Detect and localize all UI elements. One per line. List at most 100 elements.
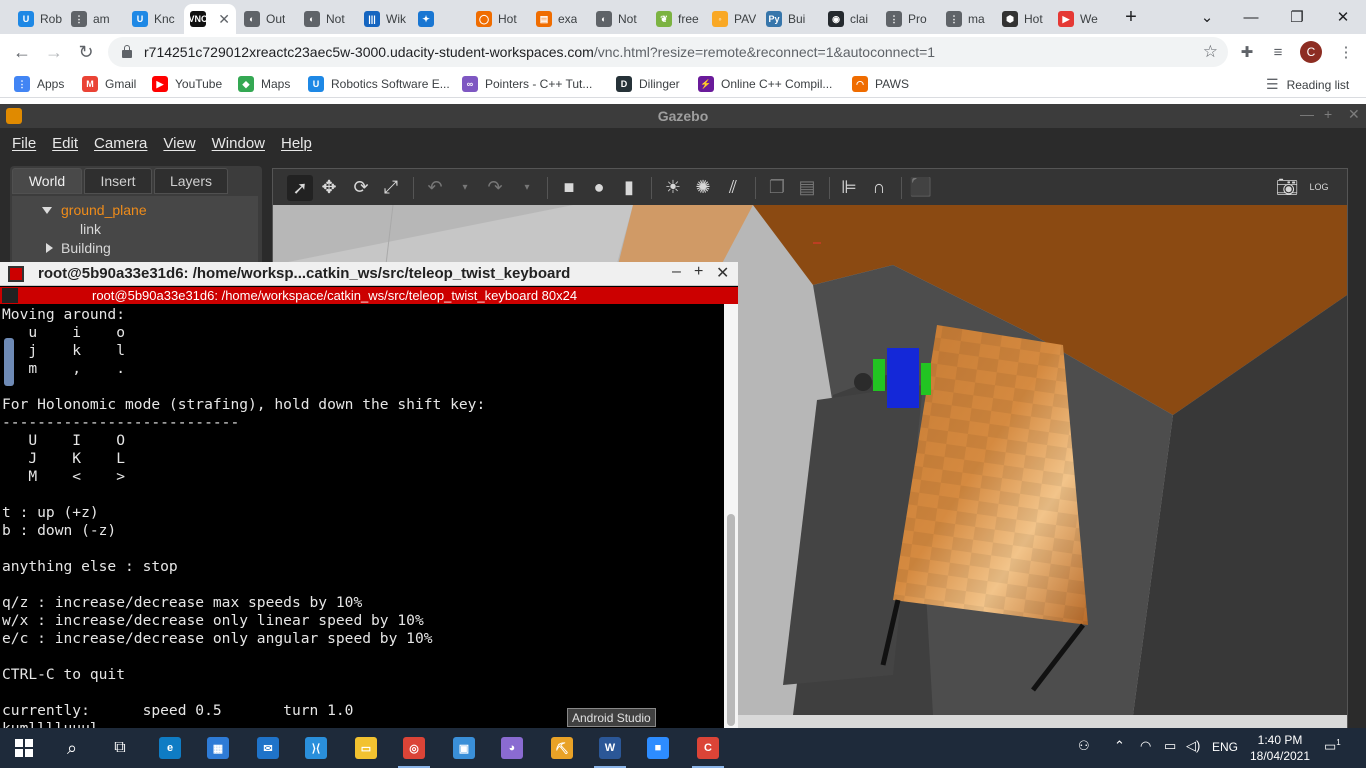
tab-item[interactable]: ⬢ Hot [996, 4, 1048, 34]
tab-item[interactable]: U Knc [126, 4, 181, 34]
lock-icon[interactable] [122, 45, 132, 58]
search-icon[interactable]: ⌕ [52, 732, 92, 764]
bookmark-item[interactable]: ◠ PAWS [852, 76, 909, 92]
wifi-icon[interactable]: ◠ [1140, 738, 1151, 754]
taskbar-app-explorer[interactable]: ▭ [346, 732, 386, 764]
menu-edit[interactable]: Edit [52, 135, 78, 152]
tab-insert[interactable]: Insert [84, 168, 152, 194]
menu-help[interactable]: Help [281, 135, 312, 152]
gazebo-maximize-button[interactable]: + [1324, 106, 1332, 122]
tab-search-button[interactable]: ⌄ [1184, 4, 1230, 30]
tab-item[interactable]: ◉ clai [822, 4, 876, 34]
tab-item[interactable]: ▶ We [1052, 4, 1106, 34]
new-tab-button[interactable]: + [1108, 4, 1154, 30]
extensions-icon[interactable]: ✚ [1235, 40, 1259, 64]
taskbar-app-edge[interactable]: e [150, 732, 190, 764]
tab-item[interactable]: ◐ Not [590, 4, 646, 34]
people-icon[interactable]: ⚇ [1078, 738, 1090, 754]
back-icon[interactable]: ← [8, 38, 36, 66]
gazebo-close-button[interactable]: ✕ [1348, 106, 1360, 123]
task-view-icon[interactable]: ⧉ [100, 732, 140, 764]
volume-icon[interactable]: ◁) [1186, 738, 1200, 754]
view-angle-icon[interactable]: ⬛ [910, 177, 932, 197]
tab-item[interactable]: ❦ free [650, 4, 702, 34]
terminal-scrollbar[interactable] [724, 304, 738, 728]
battery-icon[interactable]: ▭ [1164, 738, 1176, 754]
collapse-arrow-icon[interactable] [46, 243, 53, 253]
close-tab-icon[interactable]: ✕ [218, 11, 230, 28]
bookmark-star-icon[interactable]: ☆ [1203, 42, 1218, 62]
directional-light-icon[interactable]: ⫽ [723, 177, 743, 197]
clock[interactable]: 1:40 PM 18/04/2021 [1246, 732, 1314, 764]
copy-icon[interactable]: ❐ [767, 177, 787, 197]
select-mode-icon[interactable]: ➚ [287, 175, 313, 201]
align-icon[interactable]: ⊫ [839, 177, 859, 197]
menu-view[interactable]: View [163, 135, 195, 152]
spot-light-icon[interactable]: ✺ [693, 177, 713, 197]
tab-item[interactable]: ⋮ Pro [880, 4, 936, 34]
tab-world[interactable]: World [12, 168, 82, 194]
taskbar-app-store[interactable]: ▦ [198, 732, 238, 764]
tab-item[interactable]: ✦ [412, 4, 466, 34]
reading-list-button[interactable]: ☰ Reading list [1266, 76, 1349, 93]
bookmark-item[interactable]: ∞ Pointers - C++ Tut... [462, 76, 592, 92]
gazebo-minimize-button[interactable]: — [1300, 106, 1314, 122]
box-shape-icon[interactable]: ■ [559, 177, 579, 197]
bookmark-item[interactable]: U Robotics Software E... [308, 76, 450, 92]
undo-icon[interactable]: ↶ [425, 177, 445, 197]
bookmark-item[interactable]: ◆ Maps [238, 76, 290, 92]
taskbar-app-chrome[interactable]: ◎ [394, 732, 434, 768]
taskbar-app-word[interactable]: W [590, 732, 630, 768]
tray-chevron-icon[interactable]: ⌃ [1114, 738, 1125, 754]
taskbar-app-zoom[interactable]: ■ [638, 732, 678, 764]
bookmark-item[interactable]: ▶ YouTube [152, 76, 222, 92]
redo-icon[interactable]: ↷ [485, 177, 505, 197]
tree-item-building[interactable]: Building [46, 240, 111, 256]
sphere-shape-icon[interactable]: ● [589, 177, 609, 197]
forward-icon[interactable]: → [40, 38, 68, 66]
media-queue-icon[interactable]: ≡ [1266, 40, 1290, 64]
tab-item[interactable]: ◐ Not [298, 4, 354, 34]
terminal-output[interactable]: Moving around: u i o j k l m , . For Holo… [2, 306, 724, 728]
point-light-icon[interactable]: ☀ [663, 177, 683, 197]
tree-item-link[interactable]: link [80, 221, 101, 237]
bookmark-item[interactable]: ⚡ Online C++ Compil... [698, 76, 832, 92]
scrollbar-thumb[interactable] [727, 514, 735, 726]
bookmark-item[interactable]: D Dilinger [616, 76, 680, 92]
taskbar-app-cat[interactable]: ◕ [492, 732, 532, 764]
tab-item[interactable]: VNC ✕ [184, 4, 236, 34]
scale-mode-icon[interactable]: ⤢ [381, 177, 401, 197]
bookmark-item[interactable]: M Gmail [82, 76, 136, 92]
log-icon[interactable]: LOG [1309, 177, 1329, 197]
snap-icon[interactable]: ∩ [869, 177, 889, 197]
tab-item[interactable]: ◯ Hot [470, 4, 526, 34]
terminal-window[interactable]: root@5b90a33e31d6: /home/worksp...catkin… [0, 262, 738, 728]
tab-item[interactable]: ▤ exa [530, 4, 586, 34]
expand-arrow-icon[interactable] [42, 206, 52, 214]
address-bar[interactable]: r714251c729012xreactc23aec5w-3000.udacit… [108, 37, 1228, 67]
bookmark-item[interactable]: ⋮ Apps [14, 76, 64, 92]
undo-dropdown-icon[interactable]: ▾ [455, 177, 475, 197]
close-window-button[interactable]: ✕ [1320, 4, 1366, 30]
menu-file[interactable]: File [12, 135, 36, 152]
vnc-side-handle[interactable] [4, 338, 14, 386]
taskbar-app-chrome-profile[interactable]: C [688, 732, 728, 768]
tab-item[interactable]: ⋮ ma [940, 4, 992, 34]
restore-button[interactable]: ❐ [1274, 4, 1320, 30]
tab-item[interactable]: ◐ Out [238, 4, 294, 34]
taskbar-app-vscode[interactable]: ⟩⟨ [296, 732, 336, 764]
start-button[interactable] [4, 732, 44, 764]
notifications-icon[interactable]: ▭1 [1324, 738, 1341, 754]
minimize-button[interactable]: — [1228, 4, 1274, 30]
paste-icon[interactable]: ▤ [797, 177, 817, 197]
tab-item[interactable]: ||| Wik [358, 4, 408, 34]
url-text[interactable]: r714251c729012xreactc23aec5w-3000.udacit… [144, 44, 935, 60]
tab-item[interactable]: U Rob [12, 4, 62, 34]
taskbar-app-mail[interactable]: ✉ [248, 732, 288, 764]
language-indicator[interactable]: ENG [1212, 740, 1238, 754]
tab-item[interactable]: Py Bui [760, 4, 818, 34]
terminal-minimize-button[interactable]: – [672, 263, 681, 281]
menu-window[interactable]: Window [212, 135, 265, 152]
cylinder-shape-icon[interactable]: ▮ [619, 177, 639, 197]
screenshot-camera-icon[interactable]: 📷︎ [1276, 177, 1299, 197]
